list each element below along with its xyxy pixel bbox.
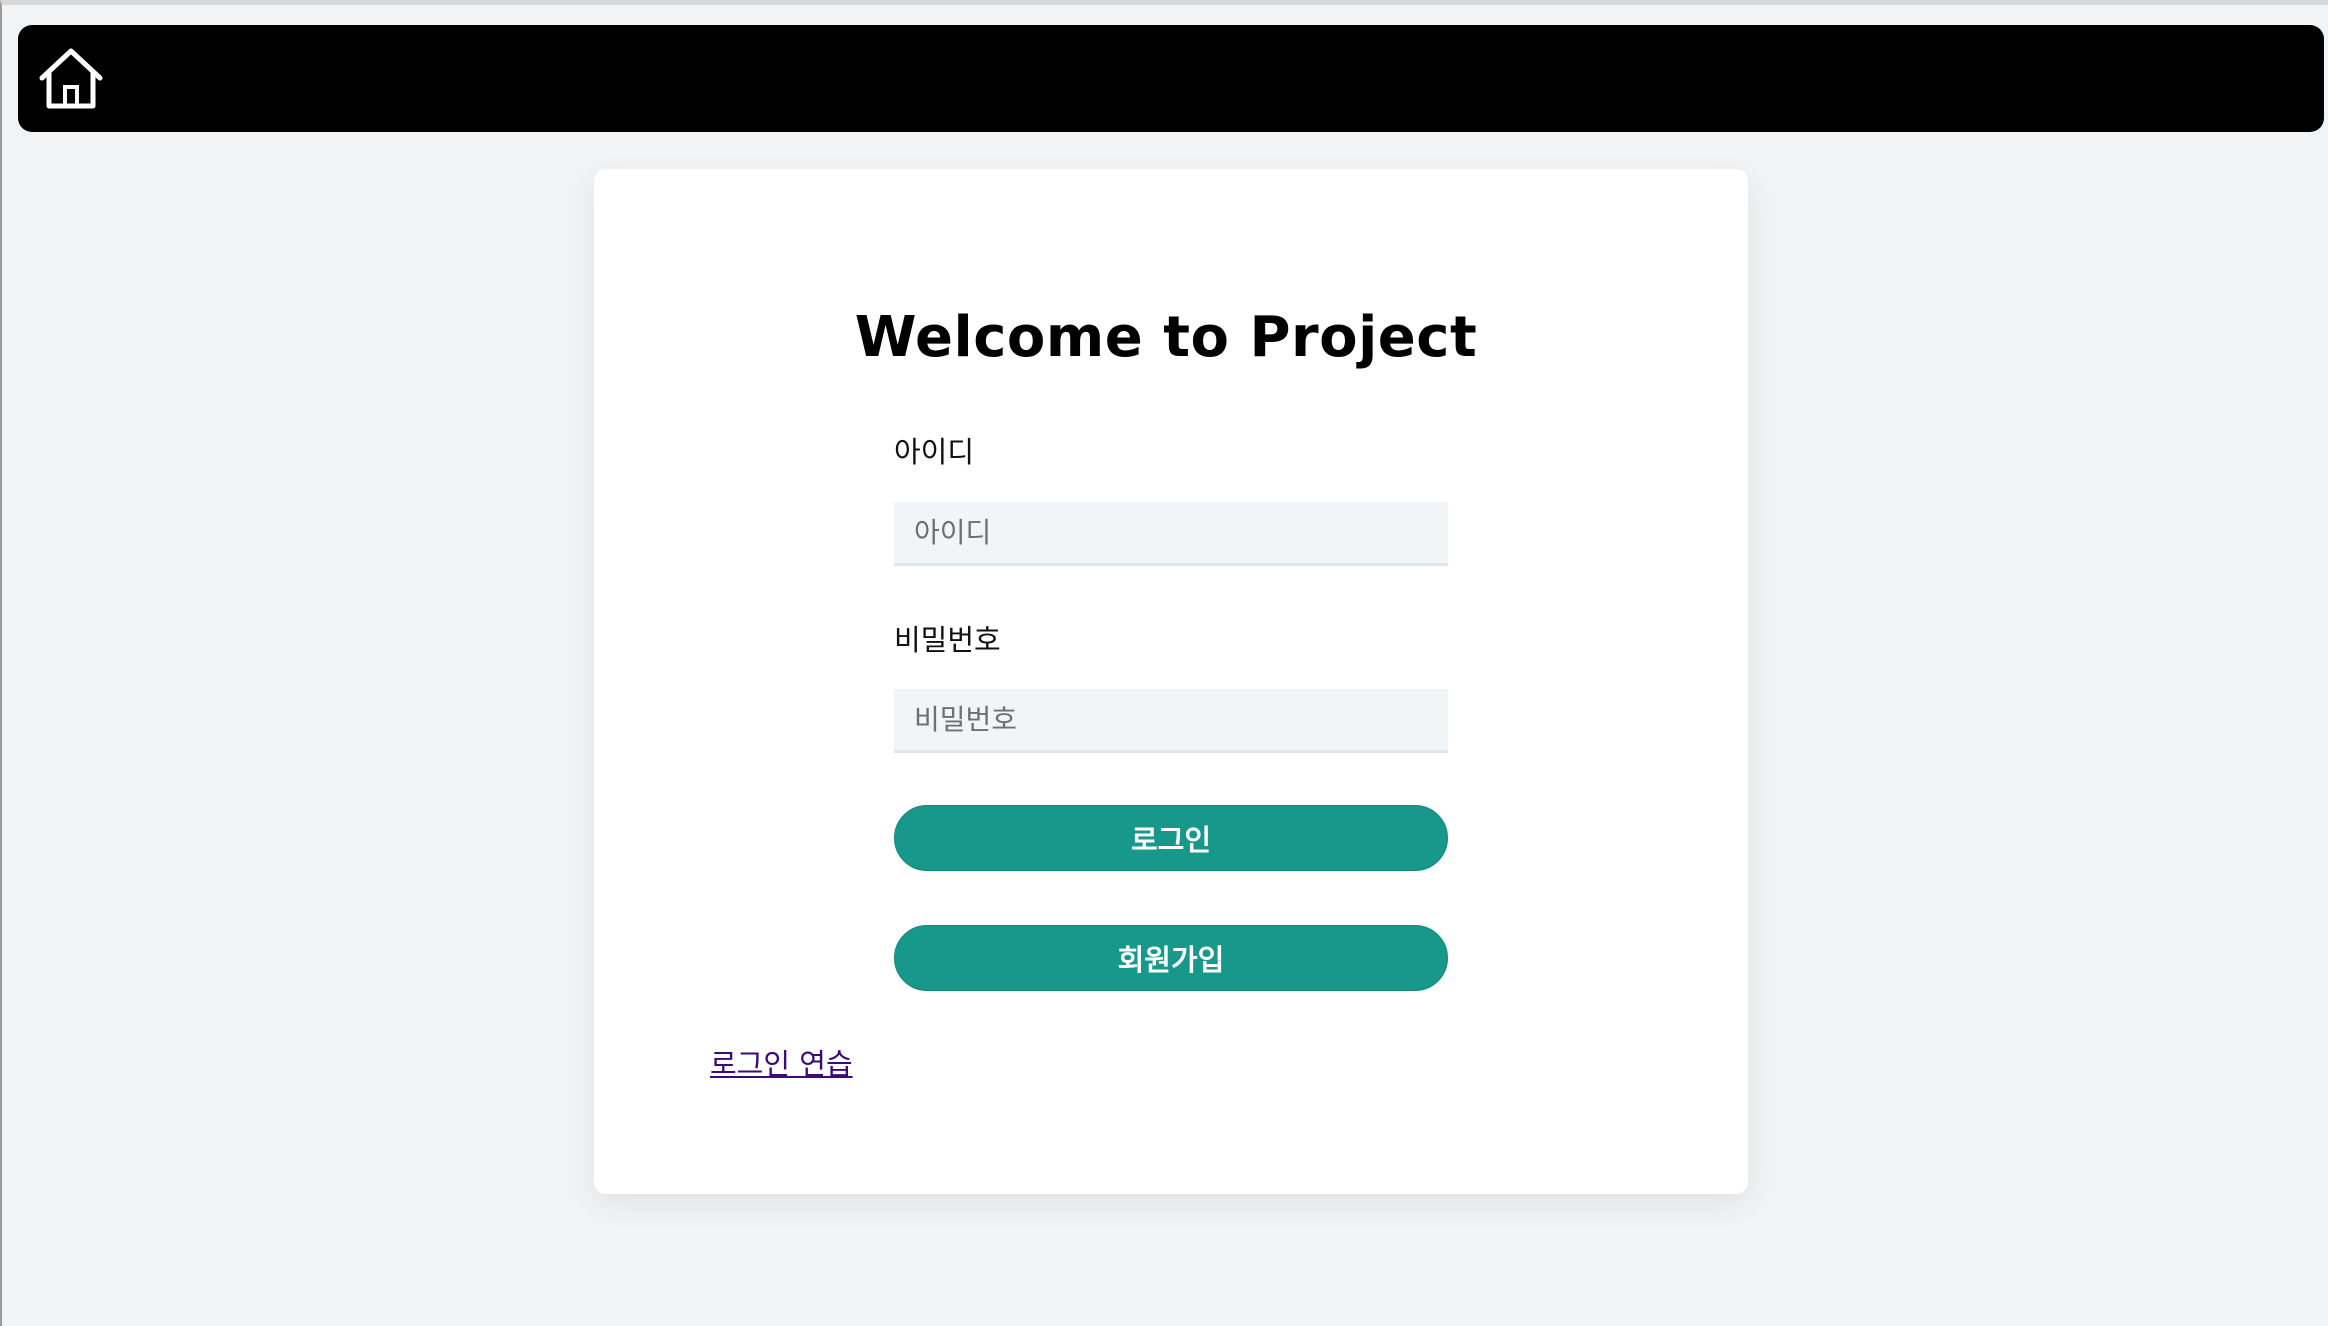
browser-viewport: Welcome to Project 아이디 비밀번호 로그인 회원가입 로그인… <box>0 0 2328 1326</box>
top-navigation-bar <box>18 25 2324 132</box>
password-label: 비밀번호 <box>894 623 1001 657</box>
login-practice-link[interactable]: 로그인 연습 <box>710 1041 853 1083</box>
login-button[interactable]: 로그인 <box>894 805 1448 871</box>
signup-button[interactable]: 회원가입 <box>894 925 1448 991</box>
id-label: 아이디 <box>894 435 975 469</box>
signup-button-label: 회원가입 <box>1117 943 1225 977</box>
login-button-label: 로그인 <box>1130 823 1212 857</box>
id-input[interactable] <box>894 502 1448 566</box>
page-title: Welcome to Project <box>854 305 1478 370</box>
home-icon <box>39 48 103 109</box>
password-input[interactable] <box>894 689 1448 753</box>
home-button[interactable] <box>34 41 108 115</box>
